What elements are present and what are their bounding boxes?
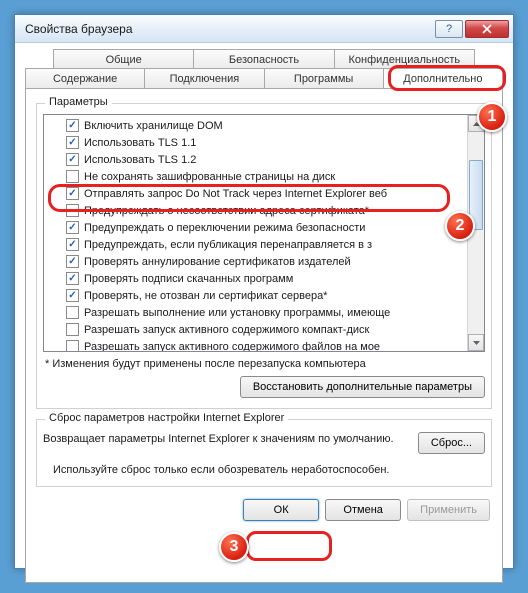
setting-item[interactable]: Разрешать запуск активного содержимого к… xyxy=(44,321,467,338)
setting-label: Предупреждать, если публикация перенапра… xyxy=(84,239,372,251)
checkbox-icon[interactable] xyxy=(66,272,79,285)
checkbox-icon[interactable] xyxy=(66,119,79,132)
dialog-window: Свойства браузера ? Общие Безопасность К… xyxy=(14,14,514,569)
cancel-button[interactable]: Отмена xyxy=(325,499,401,521)
annotation-badge-2: 2 xyxy=(445,211,475,241)
group-label: Параметры xyxy=(45,96,112,108)
setting-item[interactable]: Проверять подписи скачанных программ xyxy=(44,270,467,287)
setting-item[interactable]: Не сохранять зашифрованные страницы на д… xyxy=(44,168,467,185)
checkbox-icon[interactable] xyxy=(66,340,79,351)
help-button[interactable]: ? xyxy=(435,20,463,38)
setting-label: Проверять подписи скачанных программ xyxy=(84,273,293,285)
reset-description: Возвращает параметры Internet Explorer к… xyxy=(43,432,406,446)
setting-item[interactable]: Отправлять запрос Do Not Track через Int… xyxy=(44,185,467,202)
reset-group-label: Сброс параметров настройки Internet Expl… xyxy=(45,412,288,424)
tab-panel: Параметры Включить хранилище DOM Использо… xyxy=(25,88,503,583)
tabs: Общие Безопасность Конфиденциальность Со… xyxy=(25,49,503,89)
dialog-buttons: ОК Отмена Применить xyxy=(36,499,492,521)
setting-item[interactable]: Включить хранилище DOM xyxy=(44,117,467,134)
setting-label: Предупреждать о переключении режима безо… xyxy=(84,222,365,234)
settings-group: Параметры Включить хранилище DOMИспользо… xyxy=(36,103,492,409)
tab-general[interactable]: Общие xyxy=(53,49,194,69)
reset-button[interactable]: Сброс... xyxy=(418,432,485,454)
setting-item[interactable]: Предупреждать, если публикация перенапра… xyxy=(44,236,467,253)
ok-button[interactable]: ОК xyxy=(243,499,319,521)
reset-footnote: Используйте сброс только если обозревате… xyxy=(43,464,485,476)
tab-programs[interactable]: Программы xyxy=(264,68,384,88)
reset-group: Сброс параметров настройки Internet Expl… xyxy=(36,419,492,487)
checkbox-icon[interactable] xyxy=(66,221,79,234)
tab-privacy[interactable]: Конфиденциальность xyxy=(334,49,475,69)
setting-item[interactable]: Использовать TLS 1.2 xyxy=(44,151,467,168)
checkbox-icon[interactable] xyxy=(66,306,79,319)
checkbox-icon[interactable] xyxy=(66,323,79,336)
apply-button[interactable]: Применить xyxy=(407,499,490,521)
scroll-down-button[interactable] xyxy=(468,334,484,351)
setting-item[interactable]: Использовать TLS 1.1 xyxy=(44,134,467,151)
setting-label: Включить хранилище DOM xyxy=(84,120,223,132)
setting-label: Проверять аннулирование сертификатов изд… xyxy=(84,256,351,268)
checkbox-icon[interactable] xyxy=(66,136,79,149)
checkbox-icon[interactable] xyxy=(66,255,79,268)
annotation-badge-3: 3 xyxy=(219,532,249,562)
annotation-badge-1: 1 xyxy=(477,102,507,132)
setting-item[interactable]: Разрешать запуск активного содержимого ф… xyxy=(44,338,467,351)
checkbox-icon[interactable] xyxy=(66,238,79,251)
tab-content[interactable]: Содержание xyxy=(25,68,145,88)
svg-text:?: ? xyxy=(446,24,452,34)
checkbox-icon[interactable] xyxy=(66,204,79,217)
setting-label: Разрешать запуск активного содержимого ф… xyxy=(84,341,380,352)
setting-label: Разрешать выполнение или установку прогр… xyxy=(84,307,390,319)
setting-item[interactable]: Предупреждать о несоответствии адреса се… xyxy=(44,202,467,219)
setting-label: Использовать TLS 1.1 xyxy=(84,137,196,149)
checkbox-icon[interactable] xyxy=(66,170,79,183)
setting-item[interactable]: Проверять, не отозван ли сертификат серв… xyxy=(44,287,467,304)
setting-label: Проверять, не отозван ли сертификат серв… xyxy=(84,290,327,302)
setting-label: Разрешать запуск активного содержимого к… xyxy=(84,324,369,336)
restart-note: * Изменения будут применены после переза… xyxy=(45,358,483,370)
tab-security[interactable]: Безопасность xyxy=(193,49,334,69)
setting-label: Отправлять запрос Do Not Track через Int… xyxy=(84,188,387,200)
setting-label: Предупреждать о несоответствии адреса се… xyxy=(84,205,369,217)
checkbox-icon[interactable] xyxy=(66,153,79,166)
checkbox-icon[interactable] xyxy=(66,289,79,302)
setting-item[interactable]: Предупреждать о переключении режима безо… xyxy=(44,219,467,236)
tab-connections[interactable]: Подключения xyxy=(144,68,264,88)
tab-advanced[interactable]: Дополнительно xyxy=(383,68,503,88)
setting-label: Не сохранять зашифрованные страницы на д… xyxy=(84,171,335,183)
setting-item[interactable]: Проверять аннулирование сертификатов изд… xyxy=(44,253,467,270)
window-title: Свойства браузера xyxy=(25,22,433,36)
settings-list[interactable]: Включить хранилище DOM Использовать TLS 1… xyxy=(43,114,485,352)
setting-item[interactable]: Разрешать выполнение или установку прогр… xyxy=(44,304,467,321)
restore-defaults-button[interactable]: Восстановить дополнительные параметры xyxy=(240,376,485,398)
setting-label: Использовать TLS 1.2 xyxy=(84,154,196,166)
checkbox-icon[interactable] xyxy=(66,187,79,200)
close-button[interactable] xyxy=(465,20,509,38)
title-bar: Свойства браузера ? xyxy=(15,15,513,43)
